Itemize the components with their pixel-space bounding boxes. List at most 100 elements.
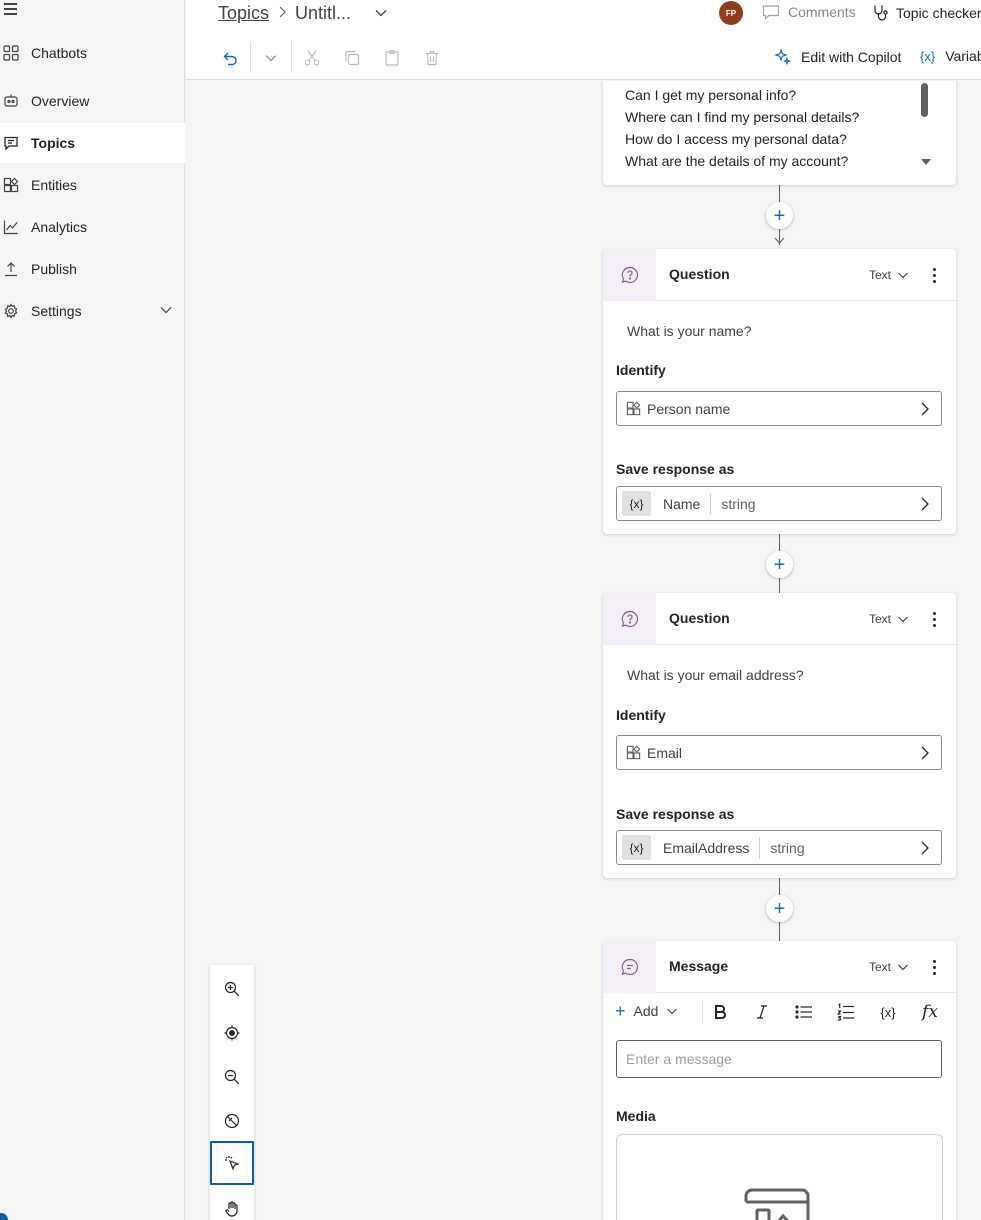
chevron-down-icon[interactable] [159,303,173,320]
message-input[interactable] [616,1040,942,1078]
sidebar-item-publish[interactable]: Publish [0,249,185,289]
recenter-button[interactable] [210,1011,254,1055]
topic-checker-label: Topic checker [896,5,981,21]
trigger-phrase: How do I access my personal data? [625,131,847,147]
italic-button[interactable] [752,1002,772,1022]
response-type-dropdown[interactable]: Text [869,612,909,626]
breadcrumb-topics-link[interactable]: Topics [218,3,269,24]
more-options-icon[interactable] [933,612,937,630]
add-node-button[interactable]: + [766,551,793,578]
insert-formula-button[interactable]: fx [920,1002,940,1022]
more-options-icon[interactable] [933,960,937,978]
prohibited-icon [224,1113,240,1129]
sidebar-item-overview[interactable]: Overview [0,81,185,121]
entity-name: Person name [647,400,731,417]
entities-icon [626,745,641,760]
save-response-label: Save response as [616,461,735,477]
variables-button[interactable]: {x} Variab [920,48,981,64]
numbered-list-icon [837,1003,854,1021]
media-dropzone[interactable] [616,1134,943,1220]
add-content-button[interactable]: + Add [615,1002,678,1020]
message-format-toolbar: + Add {x} fx [603,994,956,1030]
scroll-down-arrow-icon[interactable] [921,159,931,165]
topic-checker-button[interactable]: Topic checker [872,4,981,22]
sidebar-item-label: Overview [31,93,90,109]
cut-button[interactable] [302,48,322,68]
paste-button[interactable] [382,48,402,68]
bold-button[interactable] [710,1002,730,1022]
arrow-down-icon [774,237,785,244]
add-node-button[interactable]: + [766,202,793,229]
zoom-in-icon [224,981,240,997]
header: Topics Untitl... FP Comments Topic check… [186,0,981,36]
zoom-out-icon [224,1069,240,1085]
grid-icon [2,44,20,62]
bold-icon [715,1005,726,1019]
question-icon [603,249,656,301]
undo-history-dropdown[interactable] [261,48,281,68]
numbered-list-button[interactable] [836,1002,856,1022]
comments-button[interactable]: Comments [762,4,856,20]
plus-icon: + [773,204,786,227]
identify-label: Identify [616,707,666,723]
insert-variable-button[interactable]: {x} [878,1002,898,1022]
chevron-right-icon [918,840,932,859]
save-variable-selector[interactable]: {x} Name string [616,486,942,521]
node-title: Question [669,266,730,282]
more-options-icon[interactable] [933,268,937,286]
plus-icon: + [773,897,786,920]
chevron-down-icon [898,616,908,623]
zoom-out-button[interactable] [210,1055,254,1099]
message-node[interactable]: Message Text + Add {x} fx Enter a messag… [603,941,956,1220]
sidebar-item-settings[interactable]: Settings [0,291,185,331]
node-header: Question Text [603,249,956,301]
undo-button[interactable] [220,48,240,68]
chevron-down-icon[interactable] [374,6,388,23]
minimap-toggle-button[interactable] [210,1099,254,1143]
edit-with-copilot-button[interactable]: Edit with Copilot [774,48,901,66]
question-node-name[interactable]: Question Text What is your name? Identif… [603,249,956,534]
avatar[interactable]: FP [719,1,743,25]
delete-button[interactable] [422,48,442,68]
identify-entity-selector[interactable]: Email [616,735,942,770]
sidebar-item-analytics[interactable]: Analytics [0,207,185,247]
question-text[interactable]: What is your email address? [627,667,804,683]
copy-button[interactable] [342,48,362,68]
hamburger-menu-icon[interactable] [4,3,20,19]
identify-entity-selector[interactable]: Person name [616,391,942,426]
select-mode-button[interactable] [210,1141,254,1185]
scrollbar-thumb[interactable] [921,83,928,117]
node-title: Question [669,610,730,626]
response-type-dropdown[interactable]: Text [869,268,909,282]
editor-toolbar: Edit with Copilot {x} Variab [186,36,981,80]
scissors-icon [304,50,320,66]
comment-icon [762,5,780,20]
media-label: Media [616,1108,656,1124]
italic-icon [757,1005,767,1019]
trigger-phrase: Where can I find my personal details? [625,109,860,125]
message-icon [603,941,656,993]
authoring-canvas[interactable]: Can I get my personal info? Where can I … [186,81,981,1220]
question-node-email[interactable]: Question Text What is your email address… [603,593,956,878]
trigger-phrase: Can I get my personal info? [625,87,797,103]
sidebar-item-label: Topics [31,135,76,151]
sidebar-item-entities[interactable]: Entities [0,165,185,205]
question-icon [603,593,656,645]
response-type-label: Text [869,612,892,626]
chevron-right-icon [276,5,288,22]
sidebar-item-topics[interactable]: Topics [0,123,185,163]
question-text[interactable]: What is your name? [627,323,752,339]
sidebar-item-chatbots[interactable]: Chatbots [0,33,185,73]
chevron-down-icon [667,1008,678,1015]
save-variable-selector[interactable]: {x} EmailAddress string [616,830,942,865]
entities-icon [2,176,20,194]
plus-icon: + [773,553,786,576]
bullet-list-button[interactable] [794,1002,814,1022]
response-type-dropdown[interactable]: Text [869,960,909,974]
zoom-in-button[interactable] [210,967,254,1011]
trash-icon [425,50,439,66]
sidebar-item-label: Chatbots [31,45,88,61]
trigger-phrases-card[interactable]: Can I get my personal info? Where can I … [603,81,956,185]
add-node-button[interactable]: + [766,895,793,922]
pan-mode-button[interactable] [210,1187,254,1220]
